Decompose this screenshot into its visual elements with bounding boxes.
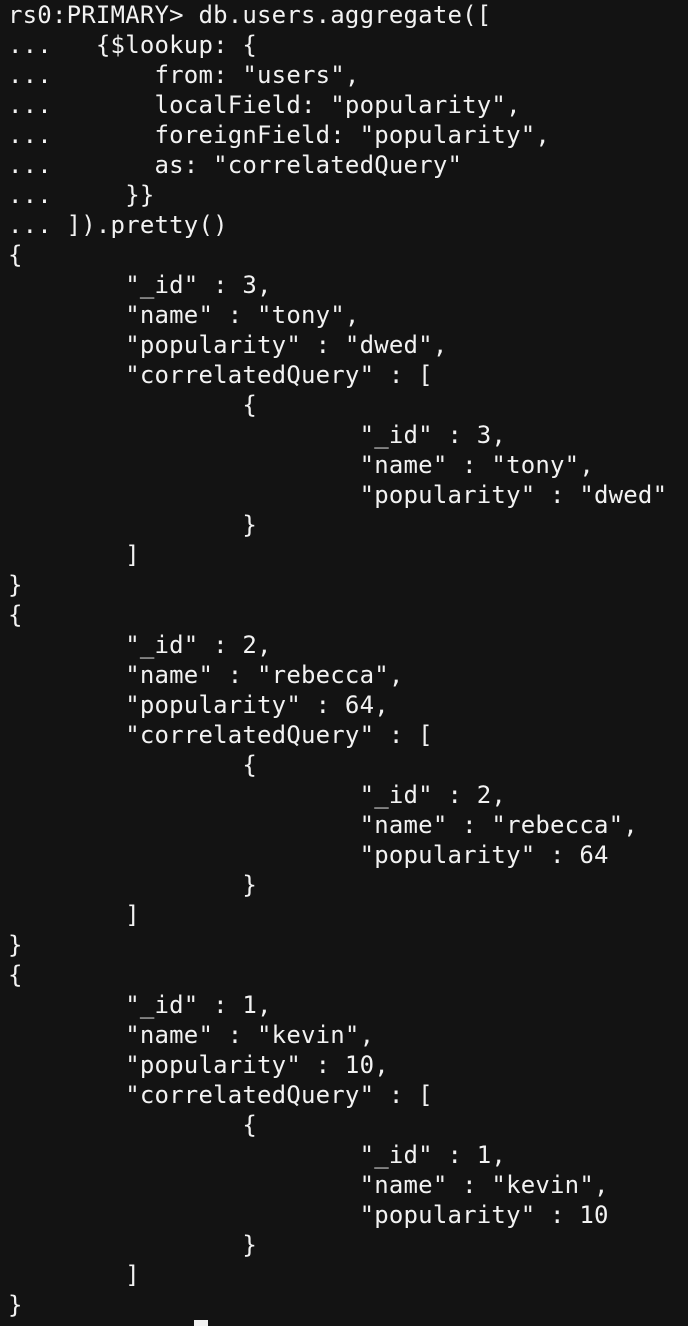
output-line: "_id" : 2, <box>8 631 272 659</box>
prompt-line: rs0:PRIMARY> db.users.aggregate([ <box>8 1 492 29</box>
output-line: } <box>8 571 23 599</box>
output-line: "correlatedQuery" : [ <box>8 361 433 389</box>
output-line: { <box>8 601 23 629</box>
output-line: ... {$lookup: { <box>8 31 258 59</box>
output-line: "_id" : 3, <box>8 271 272 299</box>
output-line: "_id" : 3, <box>8 421 507 449</box>
output-line: "popularity" : "dwed" <box>8 481 668 509</box>
terminal-output: rs0:PRIMARY> db.users.aggregate([... {$l… <box>8 0 667 1320</box>
output-line: ] <box>8 1261 140 1289</box>
output-line: { <box>8 961 23 989</box>
output-line: "popularity" : 64 <box>8 841 609 869</box>
output-line: "name" : "tony", <box>8 451 594 479</box>
output-line: "correlatedQuery" : [ <box>8 1081 433 1109</box>
output-line: ... foreignField: "popularity", <box>8 121 551 149</box>
output-line: "_id" : 2, <box>8 781 507 809</box>
output-line: } <box>8 1291 23 1319</box>
output-line: "popularity" : 64, <box>8 691 389 719</box>
output-line: } <box>8 871 258 899</box>
output-line: "popularity" : "dwed", <box>8 331 448 359</box>
output-line: ... from: "users", <box>8 61 360 89</box>
output-line: ... as: "correlatedQuery" <box>8 151 463 179</box>
output-line: "name" : "kevin", <box>8 1171 609 1199</box>
output-line: "popularity" : 10 <box>8 1201 609 1229</box>
output-line: ... }} <box>8 181 155 209</box>
output-line: "correlatedQuery" : [ <box>8 721 433 749</box>
output-line: { <box>8 391 258 419</box>
terminal-cursor <box>194 1320 208 1326</box>
output-line: "name" : "rebecca", <box>8 661 404 689</box>
output-line: "_id" : 1, <box>8 991 272 1019</box>
output-line: ... ]).pretty() <box>8 211 228 239</box>
output-line: "_id" : 1, <box>8 1141 507 1169</box>
output-line: } <box>8 1231 258 1259</box>
output-line: ] <box>8 901 140 929</box>
output-line: { <box>8 241 23 269</box>
terminal-window[interactable]: rs0:PRIMARY> db.users.aggregate([... {$l… <box>0 0 688 1326</box>
output-line: "popularity" : 10, <box>8 1051 389 1079</box>
output-line: "name" : "kevin", <box>8 1021 375 1049</box>
output-line: ] <box>8 541 140 569</box>
output-line: } <box>8 931 23 959</box>
output-line: { <box>8 751 258 779</box>
output-line: } <box>8 511 258 539</box>
output-line: ... localField: "popularity", <box>8 91 521 119</box>
output-line: { <box>8 1111 258 1139</box>
output-line: "name" : "rebecca", <box>8 811 638 839</box>
output-line: "name" : "tony", <box>8 301 360 329</box>
